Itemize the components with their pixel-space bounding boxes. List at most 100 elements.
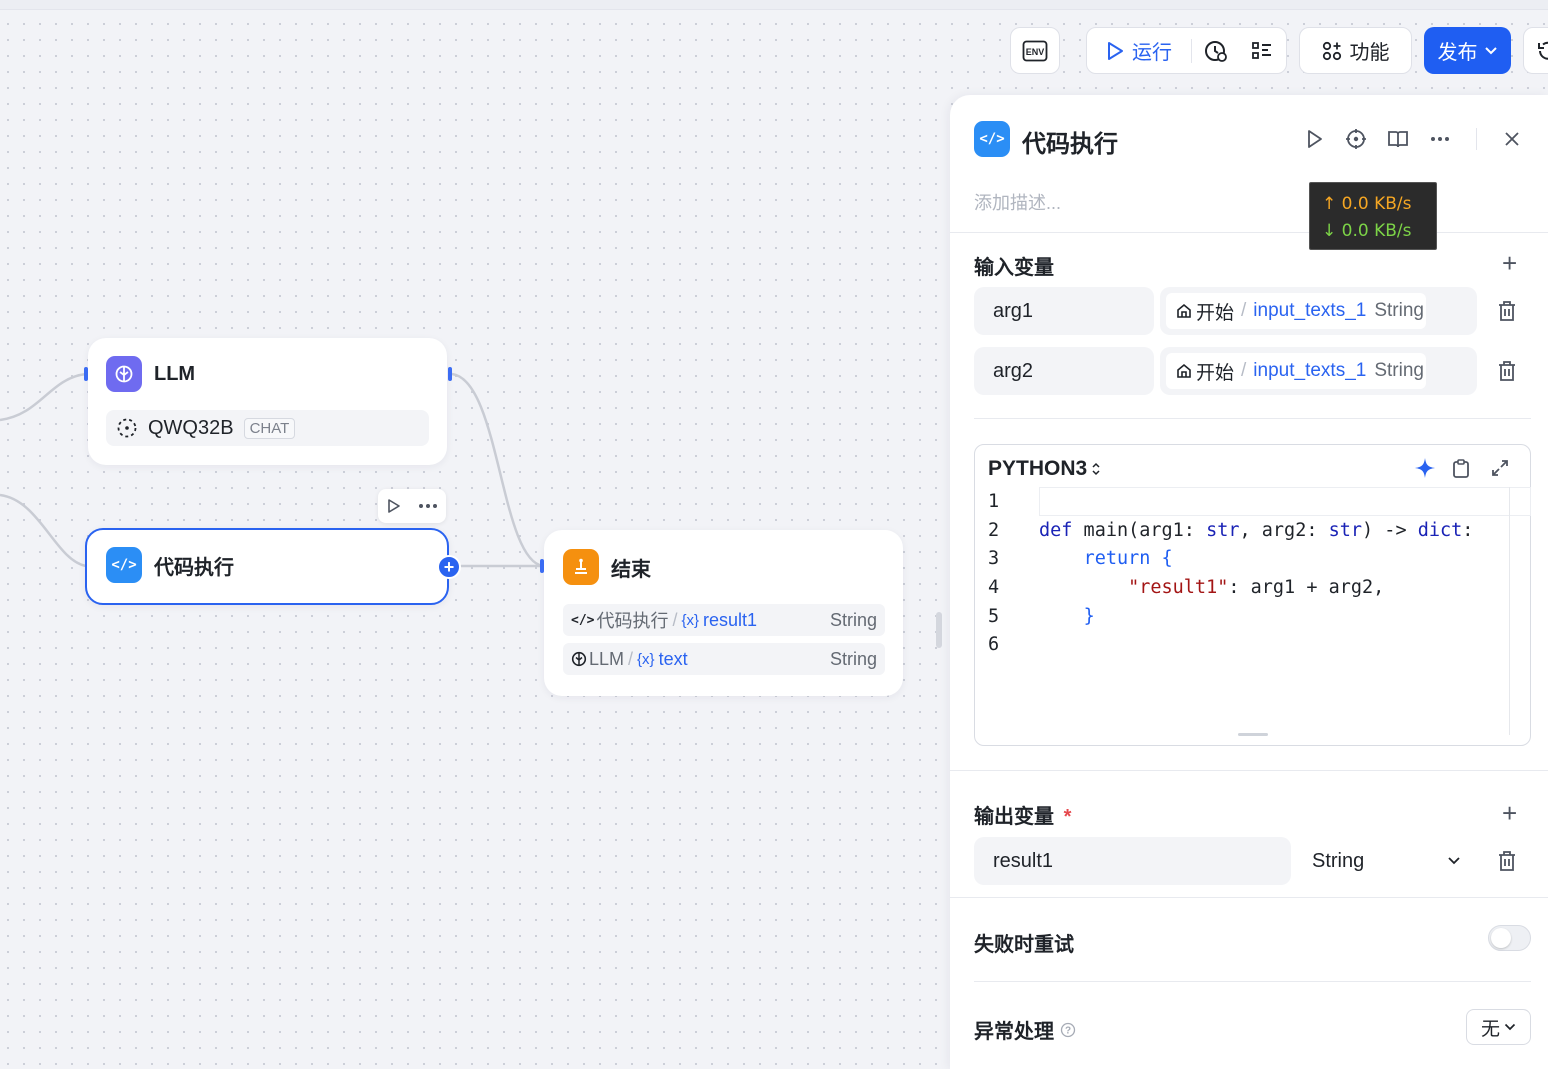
play-icon[interactable] [1306, 129, 1324, 149]
book-icon[interactable] [1387, 129, 1409, 149]
delete-output-button[interactable] [1494, 848, 1520, 874]
editor-scrollbar[interactable] [1509, 487, 1510, 735]
model-type-badge: CHAT [243, 417, 296, 439]
divider [950, 770, 1548, 771]
code-token: "result1" [1128, 576, 1229, 598]
history-button[interactable] [1523, 27, 1548, 74]
llm-node[interactable]: LLM QWQ32B CHAT [88, 338, 447, 465]
input-var-name[interactable]: arg1 [974, 287, 1154, 335]
line-number: 1 [988, 490, 1000, 512]
expand-icon[interactable] [1491, 459, 1509, 477]
node-action-bar [378, 489, 446, 523]
delete-input-button[interactable] [1494, 358, 1520, 384]
chevron-down-icon [1448, 857, 1460, 865]
line-number: 5 [988, 605, 1000, 627]
chevron-down-icon [1504, 1023, 1516, 1031]
play-icon [1108, 41, 1123, 60]
reference-chip: 开始 / input_texts_1 String [1166, 353, 1426, 389]
llm-small-icon [571, 651, 587, 667]
retry-toggle[interactable] [1488, 925, 1531, 951]
path-separator: / [1241, 360, 1247, 381]
divider [950, 232, 1548, 233]
ref-variable: input_texts_1 [1253, 360, 1367, 381]
clipboard-icon[interactable] [1452, 458, 1470, 479]
exception-select[interactable]: 无 [1466, 1009, 1531, 1045]
features-button[interactable]: 功能 [1299, 27, 1412, 74]
end-output-row: LLM / {x} text String [563, 643, 885, 675]
add-next-node-button[interactable]: + [437, 555, 461, 579]
code-token: def [1039, 519, 1073, 541]
debug-history-button[interactable] [1192, 28, 1240, 73]
description-input[interactable]: 添加描述... [974, 189, 1061, 215]
code-token: ) -> [1362, 519, 1418, 541]
row-variable: text [658, 648, 688, 669]
code-token: { [1150, 548, 1173, 570]
row-type: String [829, 648, 877, 669]
llm-model-row: QWQ32B CHAT [106, 410, 429, 446]
end-node[interactable]: 结束 </> 代码执行 / {x} result1 String LLM / {x… [544, 530, 903, 696]
editor-resize-handle[interactable] [1238, 733, 1268, 736]
upload-speed: ↑ 0.0 KB/s [1322, 194, 1412, 214]
code-token: str [1328, 519, 1363, 541]
input-var-reference[interactable]: 开始 / input_texts_1 String [1160, 287, 1477, 335]
code-node[interactable]: </> 代码执行 [85, 528, 449, 605]
env-icon: ENV [1022, 40, 1048, 61]
path-separator: / [1241, 300, 1247, 321]
add-output-icon[interactable]: + [1502, 800, 1517, 826]
network-speed-overlay: ↑ 0.0 KB/s ↓ 0.0 KB/s [1309, 182, 1437, 250]
trash-icon [1499, 851, 1515, 871]
input-var-name[interactable]: arg2 [974, 347, 1154, 395]
output-type-select[interactable]: String [1299, 837, 1469, 885]
publish-button[interactable]: 发布 [1424, 27, 1511, 74]
llm-output-handle[interactable] [448, 367, 452, 381]
variable-icon: {x} [637, 650, 655, 668]
delete-input-button[interactable] [1494, 298, 1520, 324]
home-icon [1177, 303, 1191, 318]
code-editor[interactable]: PYTHON3 1 2 def main(arg1: str, arg2: str… [974, 444, 1531, 746]
run-button[interactable]: 运行 [1087, 28, 1191, 73]
env-button[interactable]: ENV [1010, 27, 1060, 74]
checklist-icon [1252, 41, 1271, 59]
panel-resize-handle[interactable] [936, 612, 942, 648]
svg-text:?: ? [1065, 1025, 1071, 1036]
svg-text:ENV: ENV [1026, 47, 1045, 57]
exception-label: 异常处理 [974, 1021, 1054, 1043]
panel-title[interactable]: 代码执行 [1022, 124, 1118, 159]
end-input-handle[interactable] [540, 559, 544, 573]
ref-source: 开始 [1196, 362, 1235, 384]
code-content[interactable]: 1 2 def main(arg1: str, arg2: str) -> dic… [975, 487, 1530, 659]
language-select[interactable]: PYTHON3 [988, 457, 1101, 481]
row-variable: result1 [703, 609, 758, 630]
llm-input-handle[interactable] [84, 367, 88, 381]
code-token: : [1462, 519, 1474, 541]
checklist-button[interactable] [1240, 28, 1284, 73]
add-input-icon[interactable]: + [1502, 250, 1517, 276]
ref-source: 开始 [1196, 302, 1235, 324]
line-number: 2 [988, 519, 1000, 541]
end-node-title: 结束 [611, 558, 651, 581]
line-number: 6 [988, 634, 1000, 656]
path-separator: / [628, 648, 634, 669]
home-icon [1177, 363, 1191, 378]
ref-type: String [1374, 300, 1424, 321]
code-token: dict [1417, 519, 1463, 541]
ai-sparkle-icon[interactable] [1414, 457, 1436, 479]
close-icon[interactable] [1504, 131, 1520, 147]
chevron-down-icon [1484, 46, 1497, 54]
download-speed: ↓ 0.0 KB/s [1322, 221, 1412, 241]
run-node-icon[interactable] [387, 498, 401, 514]
locate-icon[interactable] [1345, 128, 1367, 150]
exception-value: 无 [1480, 1018, 1500, 1040]
line-number: 3 [988, 548, 1000, 570]
outputs-title-text: 输出变量 [974, 806, 1054, 828]
output-var-name[interactable]: result1 [974, 837, 1291, 885]
help-icon[interactable]: ? [1060, 1022, 1076, 1038]
sort-icon [1092, 462, 1100, 476]
code-token: : arg1 + arg2, [1228, 576, 1385, 598]
more-icon[interactable] [1430, 136, 1450, 142]
retry-label: 失败时重试 [974, 934, 1074, 956]
input-var-reference[interactable]: 开始 / input_texts_1 String [1160, 347, 1477, 395]
llm-model-name: QWQ32B [148, 416, 234, 439]
divider [974, 418, 1531, 419]
more-icon[interactable] [418, 503, 438, 509]
